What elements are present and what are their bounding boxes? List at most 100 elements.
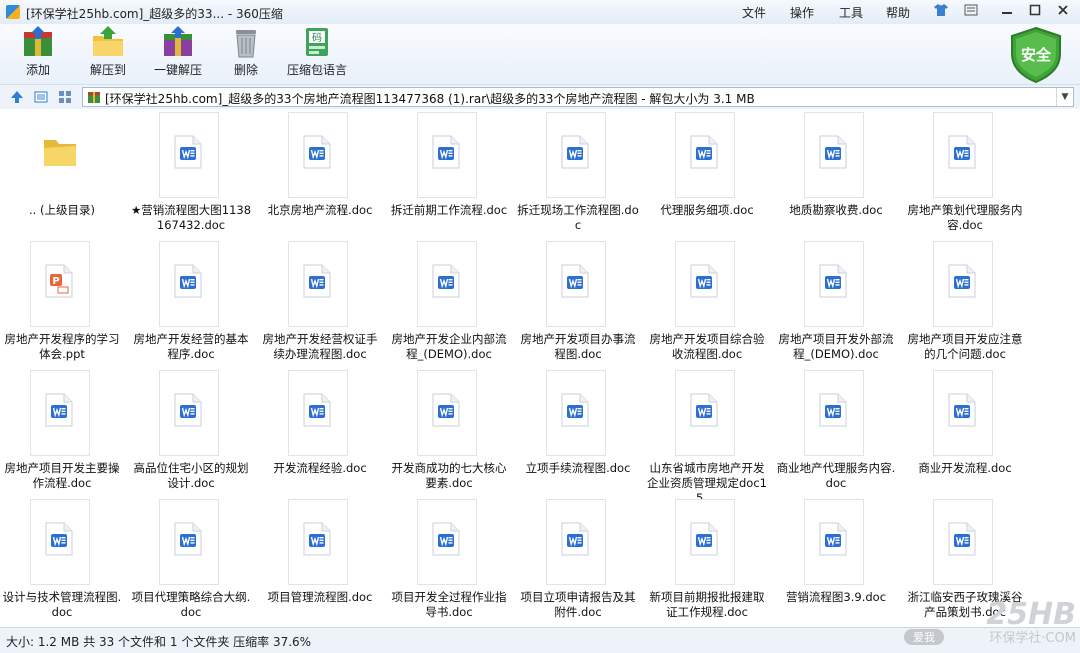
address-path: [环保学社25hb.com]_超级多的33个房地产流程图113477368 (1… [105, 92, 755, 106]
one-click-extract-button[interactable]: 一键解压 [150, 26, 206, 82]
file-thumbnail [417, 499, 477, 585]
file-name: 代理服务细项.doc [660, 203, 754, 217]
menu-list-icon[interactable] [960, 3, 982, 21]
file-name: 地质勘察收费.doc [789, 203, 883, 217]
file-item[interactable]: 北京房地产流程.doc [258, 109, 382, 231]
view-grid-icon[interactable] [58, 90, 72, 104]
file-item[interactable]: 项目管理流程图.doc [258, 496, 382, 618]
file-item[interactable]: 立项手续流程图.doc [516, 367, 640, 489]
close-button[interactable] [1052, 3, 1074, 21]
window-title: [环保学社25hb.com]_超级多的33... - 360压缩 [26, 7, 283, 21]
file-name: 拆迁现场工作流程图.doc [517, 203, 639, 232]
site-watermark: 25HB 爱我 环保学社·COM [900, 596, 1078, 650]
file-item[interactable]: 房地产项目开发主要操作流程.doc [0, 367, 124, 490]
watermark-sub: 环保学社·COM [989, 630, 1076, 646]
status-text: 大小: 1.2 MB 共 33 个文件和 1 个文件夹 压缩率 37.6% [6, 635, 312, 649]
file-thumbnail: P [30, 241, 90, 327]
file-item[interactable]: 拆迁前期工作流程.doc [387, 109, 511, 231]
file-item[interactable]: 房地产开发经营权证手续办理流程图.doc [258, 238, 382, 361]
file-thumbnail [933, 112, 993, 198]
file-item[interactable]: 房地产开发项目综合验收流程图.doc [645, 238, 769, 361]
file-item[interactable]: 项目代理策略综合大纲.doc [129, 496, 253, 619]
file-item[interactable]: 山东省城市房地产开发企业资质管理规定doc15.... [645, 367, 769, 505]
file-thumbnail [159, 241, 219, 327]
one-click-extract-icon [161, 26, 195, 58]
file-item[interactable]: 营销流程图3.9.doc [774, 496, 898, 618]
file-thumbnail [288, 499, 348, 585]
archive-language-glyph: 码 [312, 32, 322, 44]
trash-icon [229, 26, 263, 58]
file-name: 商业开发流程.doc [918, 461, 1012, 475]
archive-language-button[interactable]: 码 压缩包语言 [286, 26, 348, 82]
file-thumbnail [417, 112, 477, 198]
file-item[interactable]: 地质勘察收费.doc [774, 109, 898, 231]
file-name: 项目开发全过程作业指导书.doc [391, 590, 507, 619]
file-item[interactable]: 开发商成功的七大核心要素.doc [387, 367, 511, 490]
file-thumbnail [417, 241, 477, 327]
file-item[interactable]: 代理服务细项.doc [645, 109, 769, 231]
word-doc-icon [690, 135, 718, 169]
file-item[interactable]: 设计与技术管理流程图.doc [0, 496, 124, 619]
file-name: 房地产项目开发主要操作流程.doc [4, 461, 120, 490]
file-name: 项目立项申请报告及其附件.doc [520, 590, 636, 619]
word-doc-icon [303, 393, 331, 427]
address-dropdown-icon[interactable]: ▼ [1056, 88, 1073, 106]
word-doc-icon [948, 393, 976, 427]
word-doc-icon [432, 264, 460, 298]
archive-language-icon: 码 [300, 26, 334, 58]
file-item[interactable]: 拆迁现场工作流程图.doc [516, 109, 640, 232]
file-item[interactable]: P 房地产开发程序的学习体会.ppt [0, 238, 124, 361]
file-name: ★营销流程图大图1138167432.doc [130, 203, 252, 232]
word-doc-icon [690, 264, 718, 298]
file-thumbnail [159, 370, 219, 456]
file-name: 新项目前期报批报建取证工作规程.doc [649, 590, 765, 619]
word-doc-icon [690, 522, 718, 556]
file-thumbnail [933, 370, 993, 456]
file-item[interactable]: 项目立项申请报告及其附件.doc [516, 496, 640, 619]
security-label: 安全 [1021, 46, 1052, 64]
address-field[interactable]: [环保学社25hb.com]_超级多的33个房地产流程图113477368 (1… [82, 87, 1074, 107]
word-doc-icon [303, 135, 331, 169]
file-thumbnail [546, 499, 606, 585]
menu-help[interactable]: 帮助 [886, 4, 910, 21]
minimize-button[interactable] [996, 3, 1018, 21]
file-item[interactable]: ★营销流程图大图1138167432.doc [129, 109, 253, 232]
file-item[interactable]: 房地产开发经营的基本程序.doc [129, 238, 253, 361]
file-item[interactable]: 房地产开发企业内部流程_(DEMO).doc [387, 238, 511, 361]
file-item[interactable]: 房地产项目开发外部流程_(DEMO).doc [774, 238, 898, 361]
file-item[interactable]: 项目开发全过程作业指导书.doc [387, 496, 511, 619]
word-doc-icon [948, 264, 976, 298]
file-name: 房地产开发项目综合验收流程图.doc [649, 332, 765, 361]
file-item[interactable]: 商业开发流程.doc [903, 367, 1027, 489]
delete-button[interactable]: 删除 [228, 26, 264, 82]
add-button[interactable]: 添加 [18, 26, 58, 82]
up-arrow-icon[interactable] [10, 90, 24, 104]
maximize-button[interactable] [1024, 3, 1046, 21]
file-item[interactable]: 高品位住宅小区的规划设计.doc [129, 367, 253, 490]
parent-folder-item[interactable]: .. (上级目录) [0, 109, 124, 231]
file-name: 房地产项目开发应注意的几个问题.doc [907, 332, 1023, 361]
file-item[interactable]: 商业地产代理服务内容.doc [774, 367, 898, 490]
file-item[interactable]: 开发流程经验.doc [258, 367, 382, 489]
word-doc-icon [303, 264, 331, 298]
file-thumbnail [546, 241, 606, 327]
menu-tools[interactable]: 工具 [839, 4, 863, 21]
file-name: 房地产项目开发外部流程_(DEMO).doc [778, 332, 894, 361]
extract-to-button[interactable]: 解压到 [88, 26, 128, 82]
file-thumbnail [804, 499, 864, 585]
file-item[interactable]: 新项目前期报批报建取证工作规程.doc [645, 496, 769, 619]
file-name: 开发流程经验.doc [273, 461, 367, 475]
file-item[interactable]: 房地产项目开发应注意的几个问题.doc [903, 238, 1027, 361]
file-thumbnail [30, 370, 90, 456]
security-shield-badge[interactable]: 安全 [1008, 26, 1064, 84]
file-name: 北京房地产流程.doc [267, 203, 373, 217]
menu-file[interactable]: 文件 [742, 4, 766, 21]
view-large-icon[interactable] [34, 90, 48, 104]
file-thumbnail [546, 370, 606, 456]
skin-icon[interactable] [930, 3, 952, 21]
word-doc-icon [819, 264, 847, 298]
menu-action[interactable]: 操作 [790, 4, 814, 21]
file-item[interactable]: 房地产策划代理服务内容.doc [903, 109, 1027, 232]
file-name: 设计与技术管理流程图.doc [2, 590, 122, 619]
file-item[interactable]: 房地产开发项目办事流程图.doc [516, 238, 640, 361]
